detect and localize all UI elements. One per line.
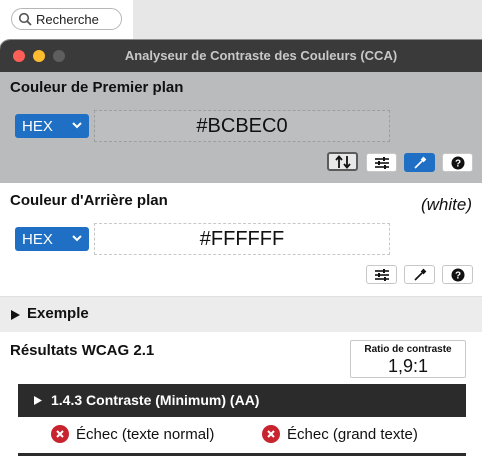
svg-text:?: ?: [454, 158, 460, 169]
swap-colors-button[interactable]: [327, 152, 358, 171]
background-sliders-button[interactable]: [366, 265, 397, 284]
contrast-ratio-label: Ratio de contraste: [364, 344, 452, 355]
results-section: Résultats WCAG 2.1 Ratio de contraste 1,…: [0, 332, 482, 456]
svg-text:?: ?: [454, 270, 460, 281]
background-hex-input[interactable]: #FFFFFF: [94, 223, 390, 255]
chevron-down-icon: [72, 122, 82, 129]
window-title: Analyseur de Contraste des Couleurs (CCA…: [124, 48, 398, 63]
foreground-help-button[interactable]: ?: [442, 153, 473, 172]
fail-icon: [262, 425, 280, 443]
large-text-result-label: Échec (grand texte): [287, 425, 418, 443]
example-disclosure[interactable]: Exemple: [0, 296, 482, 332]
criterion-label: 1.4.3 Contraste (Minimum) (AA): [51, 392, 260, 408]
search-icon: [18, 12, 32, 26]
foreground-format-value: HEX: [22, 117, 53, 135]
normal-text-result-label: Échec (texte normal): [76, 425, 215, 443]
background-format-select[interactable]: HEX: [15, 227, 89, 251]
sliders-icon: [374, 156, 389, 169]
title-bar[interactable]: Analyseur de Contraste des Couleurs (CCA…: [0, 40, 482, 72]
contrast-ratio-box: Ratio de contraste 1,9:1: [350, 340, 466, 378]
foreground-format-select[interactable]: HEX: [15, 114, 89, 138]
app-window: Analyseur de Contraste des Couleurs (CCA…: [0, 40, 482, 456]
background-color-name: (white): [420, 195, 472, 214]
swap-icon: [334, 154, 351, 169]
search-label: Recherche: [36, 11, 99, 27]
foreground-section: Couleur de Premier plan HEX #BCBEC0 ?: [0, 72, 482, 183]
eyedropper-icon: [413, 268, 426, 281]
sliders-icon: [374, 268, 389, 281]
help-icon: ?: [451, 156, 464, 169]
desktop-panel: [133, 0, 482, 40]
background-label: Couleur d'Arrière plan: [10, 192, 168, 209]
example-label: Exemple: [27, 305, 89, 322]
foreground-eyedropper-button[interactable]: [404, 153, 435, 172]
help-icon: ?: [451, 268, 464, 281]
disclosure-triangle-icon: [34, 396, 42, 405]
fail-icon: [51, 425, 69, 443]
large-text-result: Échec (grand texte): [262, 425, 418, 443]
disclosure-triangle-icon: [11, 310, 20, 320]
contrast-ratio-value: 1,9:1: [387, 356, 429, 376]
background-help-button[interactable]: ?: [442, 265, 473, 284]
eyedropper-icon: [413, 156, 426, 169]
foreground-sliders-button[interactable]: [366, 153, 397, 172]
results-header: Résultats WCAG 2.1: [10, 342, 155, 359]
background-eyedropper-button[interactable]: [404, 265, 435, 284]
chevron-down-icon: [72, 235, 82, 242]
foreground-hex-input[interactable]: #BCBEC0: [94, 110, 390, 142]
background-section: Couleur d'Arrière plan (white) HEX #FFFF…: [0, 183, 482, 296]
search-button[interactable]: Recherche: [11, 8, 122, 30]
normal-text-result: Échec (texte normal): [51, 425, 214, 443]
background-format-value: HEX: [22, 230, 53, 248]
foreground-label: Couleur de Premier plan: [10, 79, 184, 96]
criterion-disclosure[interactable]: 1.4.3 Contraste (Minimum) (AA): [18, 384, 466, 417]
